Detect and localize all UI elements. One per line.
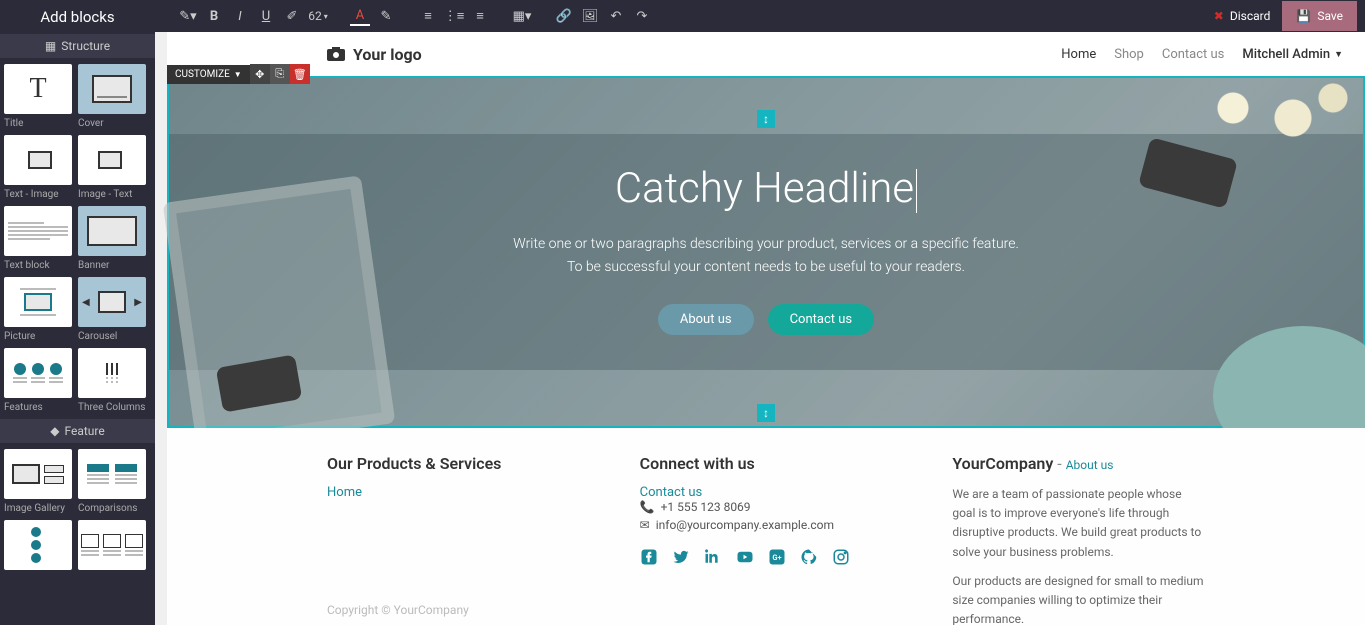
about-us-button[interactable]: About us <box>658 304 754 335</box>
nav-home[interactable]: Home <box>1061 47 1096 62</box>
chevron-down-icon: ▼ <box>1334 49 1343 60</box>
move-block-button[interactable]: ✥ <box>250 64 270 84</box>
cover-headline[interactable]: Catchy Headline <box>615 164 917 213</box>
save-button[interactable]: 💾 Save <box>1282 1 1357 31</box>
block-text-block[interactable]: Text block <box>4 206 72 271</box>
nav-contact[interactable]: Contact us <box>1162 47 1225 62</box>
footer-connect: Connect with us Contact us 📞 +1 555 123 … <box>640 454 893 615</box>
phone-icon: 📞 <box>640 500 655 514</box>
font-size-dropdown[interactable]: 62▾ <box>308 6 328 26</box>
footer-phone: 📞 +1 555 123 8069 <box>640 500 893 514</box>
footer-paragraph: Our products are designed for small to m… <box>952 572 1205 625</box>
highlight-button[interactable]: ✎ <box>376 6 396 26</box>
github-icon[interactable] <box>800 548 818 566</box>
save-icon: 💾 <box>1296 9 1311 23</box>
footer-products: Our Products & Services Home <box>327 454 580 615</box>
structure-blocks: T Title Cover Text - Image Image - Text … <box>0 58 155 419</box>
decor-flowers <box>1173 68 1365 168</box>
footer-col-title: YourCompany - About us <box>952 454 1205 473</box>
twitter-icon[interactable] <box>672 548 690 566</box>
underline-button[interactable]: U <box>256 6 276 26</box>
site-footer: Our Products & Services Home Connect wit… <box>167 428 1365 625</box>
resize-handle-top[interactable]: ↕ <box>757 110 775 128</box>
camera-icon <box>327 47 345 61</box>
block-team-grid[interactable] <box>78 520 146 574</box>
admin-menu[interactable]: Mitchell Admin ▼ <box>1242 47 1343 62</box>
block-cover[interactable]: Cover <box>78 64 146 129</box>
section-structure: ▦ Structure <box>0 34 155 58</box>
footer-email: ✉ info@yourcompany.example.com <box>640 518 893 532</box>
envelope-icon: ✉ <box>640 518 650 532</box>
resize-handle-bottom[interactable]: ↕ <box>757 404 775 422</box>
footer-col-title: Our Products & Services <box>327 454 580 473</box>
contact-us-button[interactable]: Contact us <box>768 304 875 335</box>
block-comparisons[interactable]: Comparisons <box>78 449 146 514</box>
font-color-button[interactable]: A <box>350 6 370 26</box>
facebook-icon[interactable] <box>640 548 658 566</box>
blocks-sidebar: Add blocks ▦ Structure T Title Cover Tex… <box>0 0 155 625</box>
align-button[interactable]: ≡ <box>470 6 490 26</box>
block-text-image[interactable]: Text - Image <box>4 135 72 200</box>
delete-block-button[interactable]: 🗑 <box>290 64 310 84</box>
linkedin-icon[interactable] <box>704 548 722 566</box>
site-logo[interactable]: Your logo <box>327 45 422 64</box>
footer-about: YourCompany - About us We are a team of … <box>952 454 1205 615</box>
cover-block[interactable]: ↕ Catchy Headline Write one or two parag… <box>167 76 1365 428</box>
copyright: Copyright © YourCompany <box>327 603 469 617</box>
cover-subtext[interactable]: Write one or two paragraphs describing y… <box>513 233 1019 278</box>
instagram-icon[interactable] <box>832 548 850 566</box>
chevron-down-icon: ▼ <box>234 70 242 79</box>
block-three-columns[interactable]: Three Columns <box>78 348 146 413</box>
block-title[interactable]: T Title <box>4 64 72 129</box>
close-icon: ✖ <box>1214 9 1224 23</box>
clone-block-button[interactable]: ⎘ <box>270 64 290 84</box>
footer-contact-link[interactable]: Contact us <box>640 485 893 500</box>
grid-icon: ▦ <box>45 39 56 53</box>
youtube-icon[interactable] <box>736 548 754 566</box>
footer-paragraph: We are a team of passionate people whose… <box>952 485 1205 562</box>
nav-shop[interactable]: Shop <box>1114 47 1144 62</box>
svg-text:G+: G+ <box>772 553 781 562</box>
scrollbar[interactable] <box>155 32 167 625</box>
feature-blocks: Image Gallery Comparisons <box>0 443 155 580</box>
ordered-list-button[interactable]: ≡ <box>418 6 438 26</box>
editor-toolbar: ✎▾ B I U ✐ 62▾ A ✎ ≡ ⋮≡ ≡ ▦▾ 🔗 🖼 ↶ ↷ ✖ D… <box>0 0 1365 32</box>
clear-format-button[interactable]: ✐ <box>282 6 302 26</box>
block-team-list[interactable] <box>4 520 72 574</box>
image-button[interactable]: 🖼 <box>580 6 600 26</box>
block-controls: CUSTOMIZE ▼ ✥ ⎘ 🗑 <box>167 64 310 84</box>
redo-button[interactable]: ↷ <box>632 6 652 26</box>
page-canvas: Your logo Home Shop Contact us Mitchell … <box>155 32 1365 625</box>
style-dropdown[interactable]: ✎▾ <box>178 6 198 26</box>
discard-button[interactable]: ✖ Discard <box>1202 1 1283 31</box>
table-button[interactable]: ▦▾ <box>512 6 532 26</box>
decor-tablet <box>163 175 396 450</box>
section-feature: ◆ Feature <box>0 419 155 443</box>
sidebar-title: Add blocks <box>0 0 155 34</box>
footer-about-link[interactable]: About us <box>1066 458 1114 472</box>
undo-button[interactable]: ↶ <box>606 6 626 26</box>
italic-button[interactable]: I <box>230 6 250 26</box>
footer-col-title: Connect with us <box>640 454 893 473</box>
block-image-text[interactable]: Image - Text <box>78 135 146 200</box>
googleplus-icon[interactable]: G+ <box>768 548 786 566</box>
block-picture[interactable]: Picture <box>4 277 72 342</box>
text-cursor <box>916 169 917 213</box>
diamond-icon: ◆ <box>50 424 59 438</box>
footer-home-link[interactable]: Home <box>327 485 580 500</box>
block-banner[interactable]: Banner <box>78 206 146 271</box>
block-carousel[interactable]: ◀▶ Carousel <box>78 277 146 342</box>
customize-button[interactable]: CUSTOMIZE ▼ <box>167 65 250 84</box>
block-image-gallery[interactable]: Image Gallery <box>4 449 72 514</box>
link-button[interactable]: 🔗 <box>554 6 574 26</box>
block-features[interactable]: Features <box>4 348 72 413</box>
bold-button[interactable]: B <box>204 6 224 26</box>
unordered-list-button[interactable]: ⋮≡ <box>444 6 464 26</box>
